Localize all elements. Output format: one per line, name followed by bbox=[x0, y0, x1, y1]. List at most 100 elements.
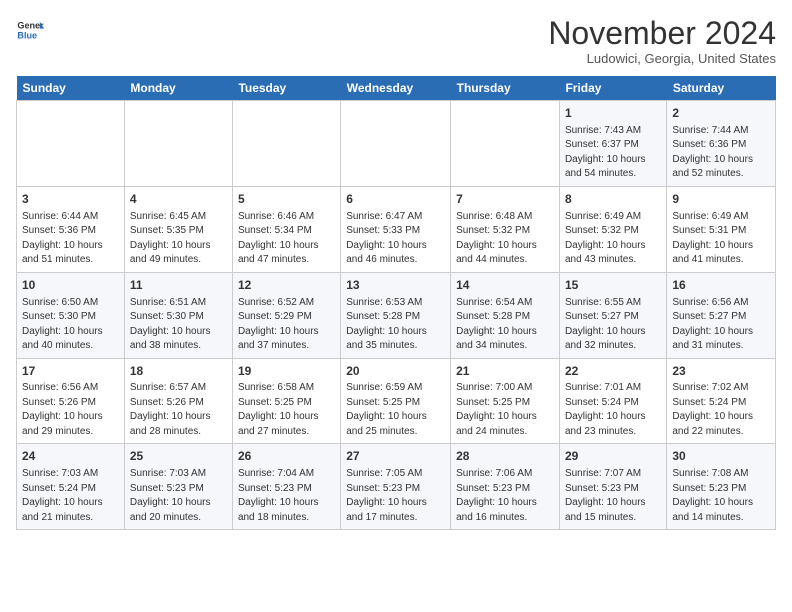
day-info: Sunrise: 6:58 AM Sunset: 5:25 PM Dayligh… bbox=[238, 381, 335, 439]
day-number: 4 bbox=[130, 191, 227, 208]
calendar-cell: 16 Sunrise: 6:56 AM Sunset: 5:27 PM Dayli… bbox=[667, 272, 776, 358]
weekday-header-monday: Monday bbox=[124, 76, 232, 101]
week-row-1: 1 Sunrise: 7:43 AM Sunset: 6:37 PM Daylig… bbox=[17, 101, 776, 187]
day-number: 24 bbox=[22, 448, 119, 465]
calendar-cell: 20Sunrise: 6:59 AM Sunset: 5:25 PM Dayli… bbox=[341, 358, 451, 444]
day-info: Sunrise: 6:49 AM Sunset: 5:31 PM Dayligh… bbox=[672, 210, 770, 268]
day-number: 5 bbox=[238, 191, 335, 208]
day-info: Sunrise: 7:01 AM Sunset: 5:24 PM Dayligh… bbox=[565, 381, 661, 439]
day-number: 19 bbox=[238, 363, 335, 380]
calendar-cell: 5 Sunrise: 6:46 AM Sunset: 5:34 PM Daylig… bbox=[232, 186, 340, 272]
day-info: Sunrise: 7:06 AM Sunset: 5:23 PM Dayligh… bbox=[456, 467, 554, 525]
day-info: Sunrise: 6:51 AM Sunset: 5:30 PM Dayligh… bbox=[130, 296, 227, 354]
day-info: Sunrise: 7:07 AM Sunset: 5:23 PM Dayligh… bbox=[565, 467, 661, 525]
day-info: Sunrise: 7:04 AM Sunset: 5:23 PM Dayligh… bbox=[238, 467, 335, 525]
day-number: 29 bbox=[565, 448, 661, 465]
calendar-cell bbox=[124, 101, 232, 187]
day-info: Sunrise: 6:46 AM Sunset: 5:34 PM Dayligh… bbox=[238, 210, 335, 268]
day-info: Sunrise: 6:55 AM Sunset: 5:27 PM Dayligh… bbox=[565, 296, 661, 354]
calendar-cell: 2 Sunrise: 7:44 AM Sunset: 6:36 PM Daylig… bbox=[667, 101, 776, 187]
calendar-cell: 3Sunrise: 6:44 AM Sunset: 5:36 PM Daylig… bbox=[17, 186, 125, 272]
day-number: 1 bbox=[565, 105, 661, 122]
calendar-cell: 14 Sunrise: 6:54 AM Sunset: 5:28 PM Dayli… bbox=[451, 272, 560, 358]
calendar-cell: 11 Sunrise: 6:51 AM Sunset: 5:30 PM Dayli… bbox=[124, 272, 232, 358]
day-number: 27 bbox=[346, 448, 445, 465]
calendar-cell: 24 Sunrise: 7:03 AM Sunset: 5:24 PM Dayli… bbox=[17, 444, 125, 530]
calendar-cell bbox=[451, 101, 560, 187]
calendar-cell: 23Sunrise: 7:02 AM Sunset: 5:24 PM Dayli… bbox=[667, 358, 776, 444]
calendar-cell: 15 Sunrise: 6:55 AM Sunset: 5:27 PM Dayli… bbox=[559, 272, 666, 358]
calendar-cell: 30Sunrise: 7:08 AM Sunset: 5:23 PM Dayli… bbox=[667, 444, 776, 530]
day-number: 11 bbox=[130, 277, 227, 294]
day-info: Sunrise: 6:52 AM Sunset: 5:29 PM Dayligh… bbox=[238, 296, 335, 354]
day-info: Sunrise: 7:03 AM Sunset: 5:23 PM Dayligh… bbox=[130, 467, 227, 525]
day-number: 25 bbox=[130, 448, 227, 465]
day-number: 20 bbox=[346, 363, 445, 380]
weekday-header-tuesday: Tuesday bbox=[232, 76, 340, 101]
calendar-cell: 9 Sunrise: 6:49 AM Sunset: 5:31 PM Daylig… bbox=[667, 186, 776, 272]
calendar-cell: 13 Sunrise: 6:53 AM Sunset: 5:28 PM Dayli… bbox=[341, 272, 451, 358]
weekday-header-thursday: Thursday bbox=[451, 76, 560, 101]
month-title: November 2024 bbox=[548, 16, 776, 51]
calendar-cell: 18Sunrise: 6:57 AM Sunset: 5:26 PM Dayli… bbox=[124, 358, 232, 444]
day-number: 22 bbox=[565, 363, 661, 380]
calendar-cell: 26Sunrise: 7:04 AM Sunset: 5:23 PM Dayli… bbox=[232, 444, 340, 530]
day-number: 10 bbox=[22, 277, 119, 294]
calendar-cell: 8Sunrise: 6:49 AM Sunset: 5:32 PM Daylig… bbox=[559, 186, 666, 272]
title-block: November 2024 Ludowici, Georgia, United … bbox=[548, 16, 776, 66]
day-info: Sunrise: 7:03 AM Sunset: 5:24 PM Dayligh… bbox=[22, 467, 119, 525]
day-number: 7 bbox=[456, 191, 554, 208]
day-number: 2 bbox=[672, 105, 770, 122]
day-number: 17 bbox=[22, 363, 119, 380]
calendar-cell: 28 Sunrise: 7:06 AM Sunset: 5:23 PM Dayli… bbox=[451, 444, 560, 530]
calendar-cell: 1 Sunrise: 7:43 AM Sunset: 6:37 PM Daylig… bbox=[559, 101, 666, 187]
calendar-cell: 6Sunrise: 6:47 AM Sunset: 5:33 PM Daylig… bbox=[341, 186, 451, 272]
day-number: 9 bbox=[672, 191, 770, 208]
day-number: 16 bbox=[672, 277, 770, 294]
calendar-cell: 21Sunrise: 7:00 AM Sunset: 5:25 PM Dayli… bbox=[451, 358, 560, 444]
day-info: Sunrise: 7:05 AM Sunset: 5:23 PM Dayligh… bbox=[346, 467, 445, 525]
day-info: Sunrise: 6:59 AM Sunset: 5:25 PM Dayligh… bbox=[346, 381, 445, 439]
weekday-header-saturday: Saturday bbox=[667, 76, 776, 101]
day-info: Sunrise: 6:53 AM Sunset: 5:28 PM Dayligh… bbox=[346, 296, 445, 354]
weekday-header-sunday: Sunday bbox=[17, 76, 125, 101]
calendar-cell: 10 Sunrise: 6:50 AM Sunset: 5:30 PM Dayli… bbox=[17, 272, 125, 358]
day-number: 23 bbox=[672, 363, 770, 380]
calendar-cell: 17Sunrise: 6:56 AM Sunset: 5:26 PM Dayli… bbox=[17, 358, 125, 444]
week-row-4: 17Sunrise: 6:56 AM Sunset: 5:26 PM Dayli… bbox=[17, 358, 776, 444]
location: Ludowici, Georgia, United States bbox=[548, 51, 776, 66]
logo: General Blue bbox=[16, 16, 44, 44]
day-number: 30 bbox=[672, 448, 770, 465]
calendar-cell: 25 Sunrise: 7:03 AM Sunset: 5:23 PM Dayli… bbox=[124, 444, 232, 530]
day-info: Sunrise: 6:48 AM Sunset: 5:32 PM Dayligh… bbox=[456, 210, 554, 268]
day-number: 12 bbox=[238, 277, 335, 294]
weekday-header-wednesday: Wednesday bbox=[341, 76, 451, 101]
day-number: 15 bbox=[565, 277, 661, 294]
day-number: 14 bbox=[456, 277, 554, 294]
day-number: 28 bbox=[456, 448, 554, 465]
logo-icon: General Blue bbox=[16, 16, 44, 44]
week-row-2: 3Sunrise: 6:44 AM Sunset: 5:36 PM Daylig… bbox=[17, 186, 776, 272]
calendar-cell bbox=[232, 101, 340, 187]
calendar-cell: 29 Sunrise: 7:07 AM Sunset: 5:23 PM Dayli… bbox=[559, 444, 666, 530]
day-info: Sunrise: 6:49 AM Sunset: 5:32 PM Dayligh… bbox=[565, 210, 661, 268]
day-info: Sunrise: 7:02 AM Sunset: 5:24 PM Dayligh… bbox=[672, 381, 770, 439]
day-info: Sunrise: 7:44 AM Sunset: 6:36 PM Dayligh… bbox=[672, 124, 770, 182]
day-info: Sunrise: 6:50 AM Sunset: 5:30 PM Dayligh… bbox=[22, 296, 119, 354]
day-number: 13 bbox=[346, 277, 445, 294]
day-info: Sunrise: 6:47 AM Sunset: 5:33 PM Dayligh… bbox=[346, 210, 445, 268]
svg-text:Blue: Blue bbox=[17, 30, 37, 40]
day-info: Sunrise: 6:56 AM Sunset: 5:27 PM Dayligh… bbox=[672, 296, 770, 354]
calendar-cell: 4Sunrise: 6:45 AM Sunset: 5:35 PM Daylig… bbox=[124, 186, 232, 272]
day-info: Sunrise: 7:43 AM Sunset: 6:37 PM Dayligh… bbox=[565, 124, 661, 182]
calendar-cell: 19Sunrise: 6:58 AM Sunset: 5:25 PM Dayli… bbox=[232, 358, 340, 444]
calendar-cell: 12 Sunrise: 6:52 AM Sunset: 5:29 PM Dayli… bbox=[232, 272, 340, 358]
day-info: Sunrise: 6:56 AM Sunset: 5:26 PM Dayligh… bbox=[22, 381, 119, 439]
day-number: 3 bbox=[22, 191, 119, 208]
weekday-header-friday: Friday bbox=[559, 76, 666, 101]
calendar-table: SundayMondayTuesdayWednesdayThursdayFrid… bbox=[16, 76, 776, 530]
calendar-cell bbox=[17, 101, 125, 187]
day-info: Sunrise: 6:54 AM Sunset: 5:28 PM Dayligh… bbox=[456, 296, 554, 354]
calendar-cell bbox=[341, 101, 451, 187]
day-info: Sunrise: 6:57 AM Sunset: 5:26 PM Dayligh… bbox=[130, 381, 227, 439]
